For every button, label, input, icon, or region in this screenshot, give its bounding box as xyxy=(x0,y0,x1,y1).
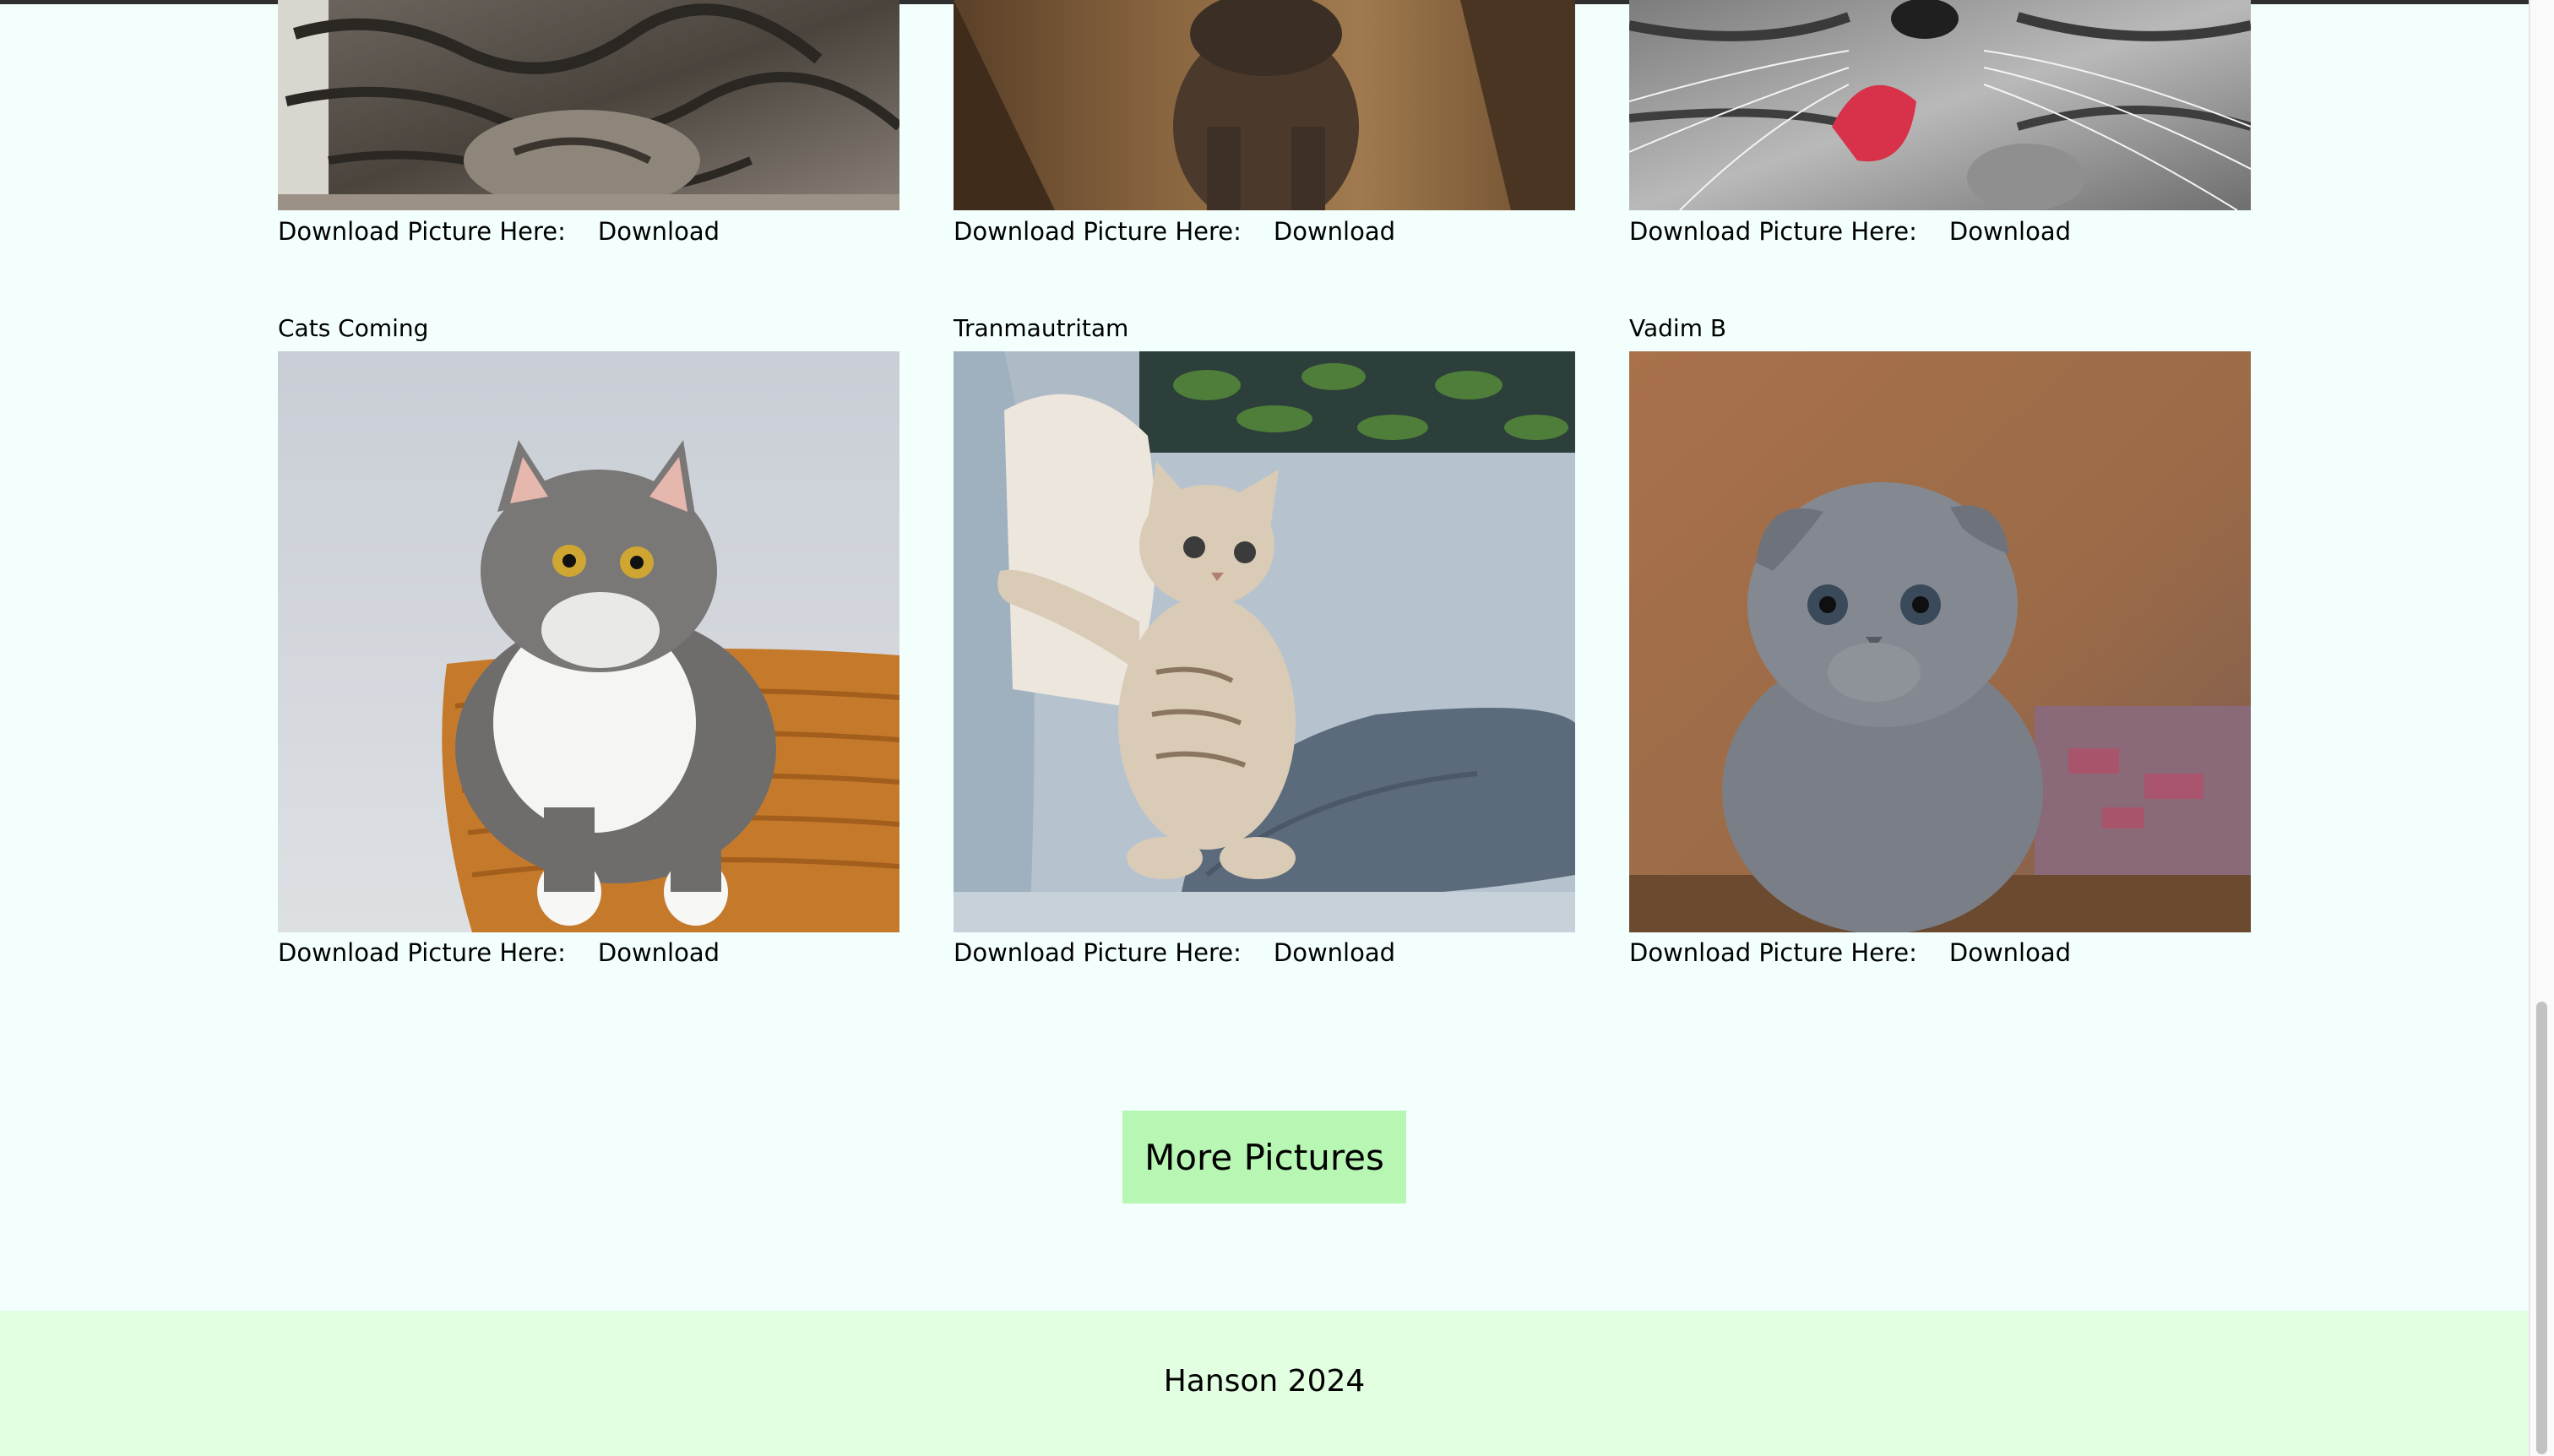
download-label: Download Picture Here: xyxy=(278,938,566,967)
download-row: Download Picture Here: Download xyxy=(1629,937,2071,968)
download-label: Download Picture Here: xyxy=(954,217,1242,246)
download-row: Download Picture Here: Download xyxy=(1629,216,2071,247)
download-label: Download Picture Here: xyxy=(954,938,1242,967)
download-label: Download Picture Here: xyxy=(1629,217,1917,246)
cat-photo-scottish-fold[interactable] xyxy=(1629,351,2251,932)
footer-copyright: Hanson 2024 xyxy=(1163,1364,1366,1399)
download-label: Download Picture Here: xyxy=(1629,938,1917,967)
photographer-name: Cats Coming xyxy=(278,314,429,342)
cat-photo-basket[interactable] xyxy=(278,351,899,932)
download-link[interactable]: Download xyxy=(1274,216,1395,247)
scrollbar-thumb[interactable] xyxy=(2536,1002,2547,1454)
photographer-name: Tranmautritam xyxy=(954,314,1129,342)
download-link[interactable]: Download xyxy=(1274,937,1395,968)
footer: Hanson 2024 xyxy=(0,1311,2529,1456)
cat-photo-tabby-paw[interactable] xyxy=(278,0,899,210)
cat-photo-sofa-kitten[interactable] xyxy=(954,351,1575,932)
download-row: Download Picture Here: Download xyxy=(954,216,1395,247)
download-link[interactable]: Download xyxy=(598,216,720,247)
photographer-name: Vadim B xyxy=(1629,314,1727,342)
more-pictures-button[interactable]: More Pictures xyxy=(1122,1111,1406,1203)
download-link[interactable]: Download xyxy=(1949,216,2071,247)
download-row: Download Picture Here: Download xyxy=(278,216,720,247)
download-link[interactable]: Download xyxy=(1949,937,2071,968)
cat-photo-brown-kitten[interactable] xyxy=(954,0,1575,210)
download-link[interactable]: Download xyxy=(598,937,720,968)
download-label: Download Picture Here: xyxy=(278,217,566,246)
cat-photo-tongue-closeup[interactable] xyxy=(1629,0,2251,210)
download-row: Download Picture Here: Download xyxy=(954,937,1395,968)
download-row: Download Picture Here: Download xyxy=(278,937,720,968)
